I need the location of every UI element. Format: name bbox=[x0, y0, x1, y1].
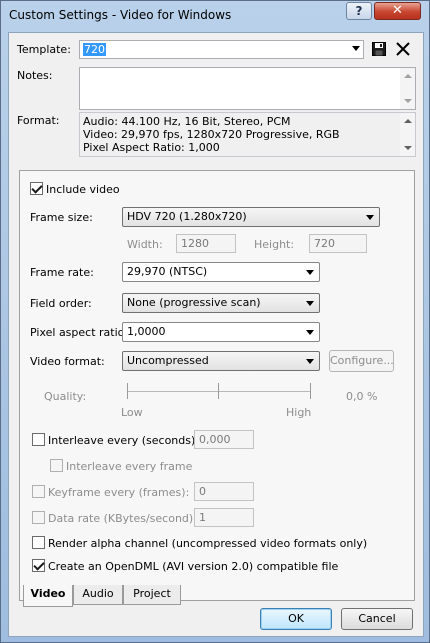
interleave-seconds-input[interactable]: 0,000 bbox=[194, 430, 254, 449]
include-video-label[interactable]: Include video bbox=[46, 183, 120, 196]
tab-audio[interactable]: Audio bbox=[73, 585, 123, 605]
quality-tick bbox=[310, 383, 311, 399]
scroll-up-icon[interactable] bbox=[404, 74, 412, 78]
video-format-label: Video format: bbox=[30, 355, 105, 368]
chevron-down-icon[interactable] bbox=[306, 330, 314, 335]
frame-rate-dropdown[interactable]: 29,970 (NTSC) bbox=[122, 262, 320, 282]
title-bar[interactable]: Custom Settings - Video for Windows ? ✕ bbox=[1, 1, 429, 31]
pixel-aspect-value[interactable]: 1,0000 bbox=[127, 325, 166, 338]
video-format-dropdown[interactable]: Uncompressed bbox=[122, 351, 320, 371]
interleave-frame-label[interactable]: Interleave every frame bbox=[66, 460, 192, 473]
tab-project[interactable]: Project bbox=[123, 585, 181, 605]
data-rate-input[interactable]: 1 bbox=[194, 508, 254, 527]
data-rate-label[interactable]: Data rate (KBytes/second): bbox=[48, 512, 197, 525]
format-line-par: Pixel Aspect Ratio: 1,000 bbox=[83, 141, 220, 154]
tab-audio-label: Audio bbox=[82, 587, 114, 600]
chevron-down-icon[interactable] bbox=[306, 359, 314, 364]
include-video-checkbox[interactable] bbox=[30, 182, 43, 195]
format-summary: Audio: 44.100 Hz, 16 Bit, Stereo, PCM Vi… bbox=[79, 112, 416, 157]
scroll-down-icon[interactable] bbox=[404, 146, 412, 150]
scroll-down-icon[interactable] bbox=[404, 99, 412, 103]
delete-icon[interactable] bbox=[395, 41, 411, 57]
video-format-value: Uncompressed bbox=[127, 354, 209, 367]
help-button[interactable]: ? bbox=[346, 2, 372, 20]
quality-low-label: Low bbox=[121, 406, 143, 419]
dialog-window: Custom Settings - Video for Windows ? ✕ … bbox=[0, 0, 430, 643]
quality-slider-track[interactable] bbox=[127, 391, 311, 392]
quality-high-label: High bbox=[286, 406, 312, 419]
pixel-aspect-dropdown[interactable]: 1,0000 bbox=[122, 322, 320, 342]
width-value: 1280 bbox=[181, 237, 209, 250]
configure-button[interactable]: Configure... bbox=[329, 350, 394, 372]
window-title: Custom Settings - Video for Windows bbox=[9, 8, 232, 22]
data-rate-checkbox[interactable] bbox=[32, 511, 45, 524]
frame-rate-value[interactable]: 29,970 (NTSC) bbox=[127, 265, 207, 278]
template-value[interactable]: 720 bbox=[83, 43, 106, 56]
tab-video-label: Video bbox=[30, 587, 66, 600]
notes-textarea[interactable] bbox=[79, 67, 416, 110]
opendml-label[interactable]: Create an OpenDML (AVI version 2.0) comp… bbox=[48, 560, 338, 573]
field-order-dropdown[interactable]: None (progressive scan) bbox=[122, 293, 320, 313]
quality-tick bbox=[218, 383, 219, 399]
quality-value: 0,0 % bbox=[346, 390, 378, 403]
interleave-frame-checkbox[interactable] bbox=[50, 459, 63, 472]
width-input[interactable]: 1280 bbox=[176, 234, 236, 253]
format-scrollbar[interactable] bbox=[400, 113, 415, 156]
interleave-seconds-label[interactable]: Interleave every (seconds): bbox=[48, 434, 199, 447]
frame-size-dropdown[interactable]: HDV 720 (1.280x720) bbox=[122, 207, 380, 227]
notes-scrollbar[interactable] bbox=[400, 68, 415, 109]
ok-button[interactable]: OK bbox=[260, 608, 332, 630]
scroll-up-icon[interactable] bbox=[404, 119, 412, 123]
format-label: Format: bbox=[17, 114, 60, 127]
quality-tick bbox=[127, 383, 128, 399]
frame-size-label: Frame size: bbox=[30, 211, 93, 224]
configure-label: Configure... bbox=[330, 354, 394, 367]
notes-label: Notes: bbox=[17, 69, 53, 82]
ok-label: OK bbox=[288, 612, 304, 625]
data-rate-value: 1 bbox=[199, 511, 206, 524]
width-label: Width: bbox=[127, 238, 163, 251]
height-label: Height: bbox=[254, 238, 295, 251]
keyframe-value: 0 bbox=[199, 485, 206, 498]
frame-size-value: HDV 720 (1.280x720) bbox=[127, 210, 247, 223]
keyframe-label[interactable]: Keyframe every (frames): bbox=[48, 486, 189, 499]
tab-video[interactable]: Video bbox=[23, 585, 73, 607]
format-line-video: Video: 29,970 fps, 1280x720 Progressive,… bbox=[83, 128, 340, 141]
help-icon: ? bbox=[355, 4, 363, 18]
chevron-down-icon[interactable] bbox=[306, 301, 314, 306]
interleave-seconds-checkbox[interactable] bbox=[32, 433, 45, 446]
template-label: Template: bbox=[17, 43, 71, 56]
close-icon: ✕ bbox=[392, 3, 403, 18]
frame-rate-label: Frame rate: bbox=[30, 266, 94, 279]
keyframe-input[interactable]: 0 bbox=[194, 482, 254, 501]
tab-project-label: Project bbox=[133, 587, 171, 600]
template-combobox[interactable]: 720 bbox=[79, 40, 364, 59]
video-tab-panel: Include video Frame size: HDV 720 (1.280… bbox=[19, 170, 415, 601]
field-order-value: None (progressive scan) bbox=[127, 296, 261, 309]
save-icon[interactable] bbox=[372, 42, 386, 56]
chevron-down-icon[interactable] bbox=[366, 215, 374, 220]
height-input[interactable]: 720 bbox=[309, 234, 367, 253]
render-alpha-label[interactable]: Render alpha channel (uncompressed video… bbox=[48, 537, 367, 550]
close-button[interactable]: ✕ bbox=[374, 2, 421, 20]
field-order-label: Field order: bbox=[30, 297, 92, 310]
pixel-aspect-label: Pixel aspect ratio: bbox=[30, 326, 129, 339]
chevron-down-icon[interactable] bbox=[352, 46, 360, 51]
render-alpha-checkbox[interactable] bbox=[32, 536, 45, 549]
format-line-audio: Audio: 44.100 Hz, 16 Bit, Stereo, PCM bbox=[83, 115, 291, 128]
dialog-client-area: Template: 720 Notes: Format: Audio: 44.1… bbox=[8, 32, 424, 637]
cancel-button[interactable]: Cancel bbox=[341, 608, 413, 630]
height-value: 720 bbox=[314, 237, 335, 250]
cancel-label: Cancel bbox=[358, 612, 396, 625]
opendml-checkbox[interactable] bbox=[32, 559, 45, 572]
keyframe-checkbox[interactable] bbox=[32, 485, 45, 498]
quality-label: Quality: bbox=[44, 390, 87, 403]
interleave-seconds-value: 0,000 bbox=[199, 433, 231, 446]
chevron-down-icon[interactable] bbox=[306, 270, 314, 275]
